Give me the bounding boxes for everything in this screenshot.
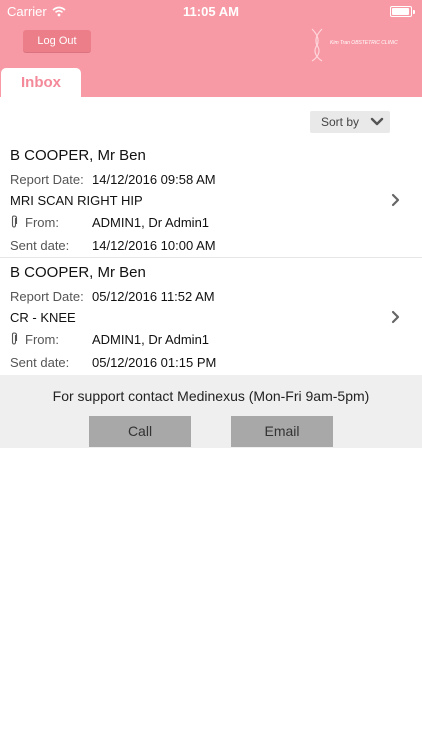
row-divider <box>0 257 422 258</box>
chevron-right-icon <box>391 193 400 207</box>
sent-date-label: Sent date: <box>10 238 70 253</box>
chevron-right-icon <box>391 310 400 324</box>
status-bar: Carrier 11:05 AM <box>0 0 422 22</box>
battery-icon <box>390 6 415 17</box>
from-label: From: <box>25 332 59 347</box>
sort-by-button[interactable]: Sort by <box>310 111 390 133</box>
support-text: For support contact Medinexus (Mon-Fri 9… <box>52 388 370 404</box>
patient-name: B COOPER, Mr Ben <box>10 264 146 281</box>
logo-text: Kim Tran OBSTETRIC CLINIC <box>330 40 398 46</box>
study-description: CR - KNEE <box>10 310 76 325</box>
logo-text-label: Kim Tran OBSTETRIC CLINIC <box>330 40 398 46</box>
report-date-value: 14/12/2016 09:58 AM <box>92 172 216 187</box>
paperclip-icon <box>11 332 18 345</box>
report-date-label: Report Date: <box>10 289 84 304</box>
patient-name: B COOPER, Mr Ben <box>10 147 146 164</box>
study-description: MRI SCAN RIGHT HIP <box>10 193 143 208</box>
from-value: ADMIN1, Dr Admin1 <box>92 215 210 230</box>
sort-by-label: Sort by <box>321 115 360 129</box>
logout-button[interactable]: Log Out <box>23 30 91 53</box>
support-panel: For support contact Medinexus (Mon-Fri 9… <box>0 375 422 448</box>
paperclip-icon <box>11 215 18 228</box>
call-button[interactable]: Call <box>89 416 191 447</box>
from-value: ADMIN1, Dr Admin1 <box>92 332 210 347</box>
report-date-value: 05/12/2016 11:52 AM <box>92 289 215 304</box>
app-header: Carrier 11:05 AM Log Out Kim Tran OBSTET… <box>0 0 422 97</box>
sent-date-value: 05/12/2016 01:15 PM <box>92 355 217 370</box>
report-date-label: Report Date: <box>10 172 84 187</box>
report-row[interactable]: B COOPER, Mr Ben Report Date: 14/12/2016… <box>0 147 422 263</box>
report-row[interactable]: B COOPER, Mr Ben Report Date: 05/12/2016… <box>0 264 422 380</box>
email-button[interactable]: Email <box>231 416 333 447</box>
sent-date-label: Sent date: <box>10 355 70 370</box>
sent-date-value: 14/12/2016 10:00 AM <box>92 238 216 253</box>
clock: 11:05 AM <box>183 4 239 19</box>
from-label: From: <box>25 215 59 230</box>
chevron-down-icon <box>370 117 384 126</box>
tab-inbox[interactable]: Inbox <box>1 68 81 97</box>
